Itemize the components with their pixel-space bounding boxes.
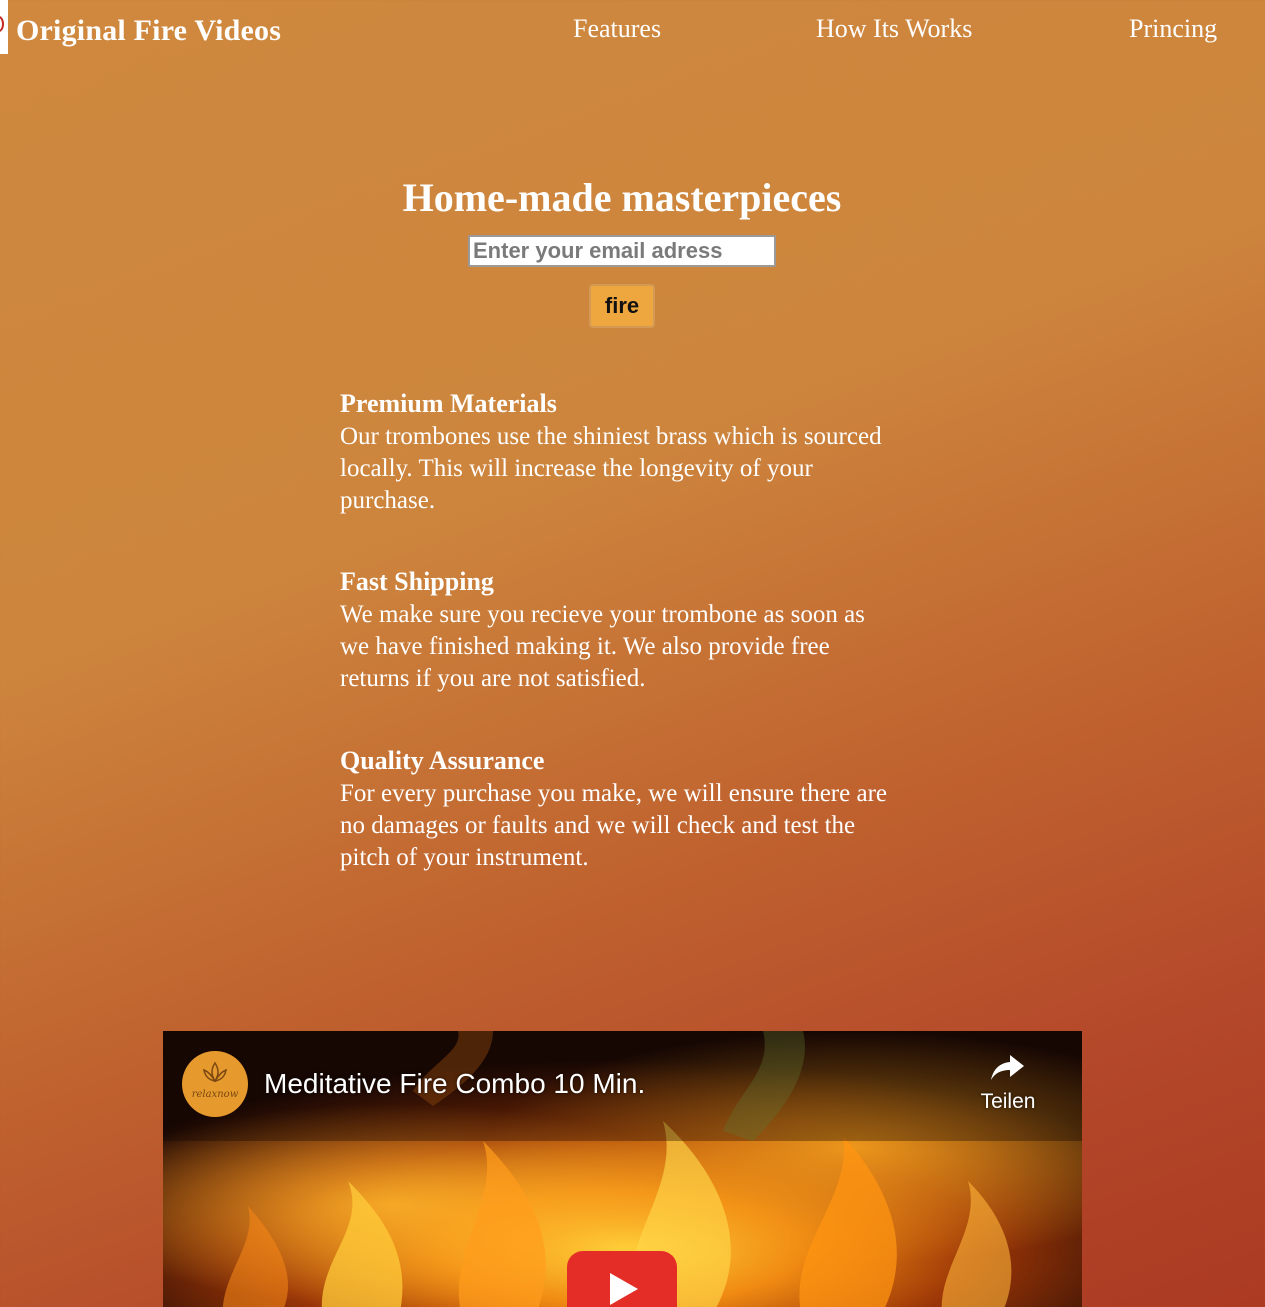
play-button[interactable] bbox=[567, 1251, 677, 1307]
share-label: Teilen bbox=[980, 1090, 1036, 1113]
brand-name[interactable]: Original Fire Videos bbox=[16, 14, 281, 48]
feature-fast-shipping: Fast Shipping We make sure you recieve y… bbox=[340, 567, 900, 695]
feature-text: We make sure you recieve your trombone a… bbox=[340, 601, 865, 692]
play-icon bbox=[610, 1273, 638, 1305]
channel-name: relaxnow bbox=[191, 1089, 239, 1100]
channel-avatar[interactable]: relaxnow bbox=[182, 1051, 248, 1117]
logo-icon bbox=[0, 16, 4, 32]
share-button[interactable]: Teilen bbox=[969, 1053, 1047, 1114]
share-arrow-icon bbox=[991, 1055, 1024, 1080]
feature-quality-assurance: Quality Assurance For every purchase you… bbox=[340, 746, 900, 874]
feature-text: For every purchase you make, we will ens… bbox=[340, 780, 887, 871]
hero-title: Home-made masterpieces bbox=[402, 175, 842, 220]
feature-title: Quality Assurance bbox=[340, 746, 545, 775]
nav-link-pricing[interactable]: Princing bbox=[1129, 14, 1217, 44]
lotus-icon bbox=[203, 1061, 227, 1083]
logo-mark bbox=[0, 0, 8, 54]
feature-text: Our trombones use the shiniest brass whi… bbox=[340, 423, 882, 514]
fire-button[interactable]: fire bbox=[589, 284, 655, 328]
feature-premium-materials: Premium Materials Our trombones use the … bbox=[340, 389, 900, 517]
feature-title: Fast Shipping bbox=[340, 567, 494, 596]
feature-title: Premium Materials bbox=[340, 389, 557, 418]
video-embed[interactable]: relaxnow Meditative Fire Combo 10 Min. T… bbox=[163, 1031, 1082, 1307]
email-input[interactable] bbox=[468, 235, 776, 267]
video-title[interactable]: Meditative Fire Combo 10 Min. bbox=[264, 1068, 645, 1100]
nav-link-features[interactable]: Features bbox=[573, 14, 661, 44]
nav-link-how-it-works[interactable]: How Its Works bbox=[816, 14, 972, 44]
